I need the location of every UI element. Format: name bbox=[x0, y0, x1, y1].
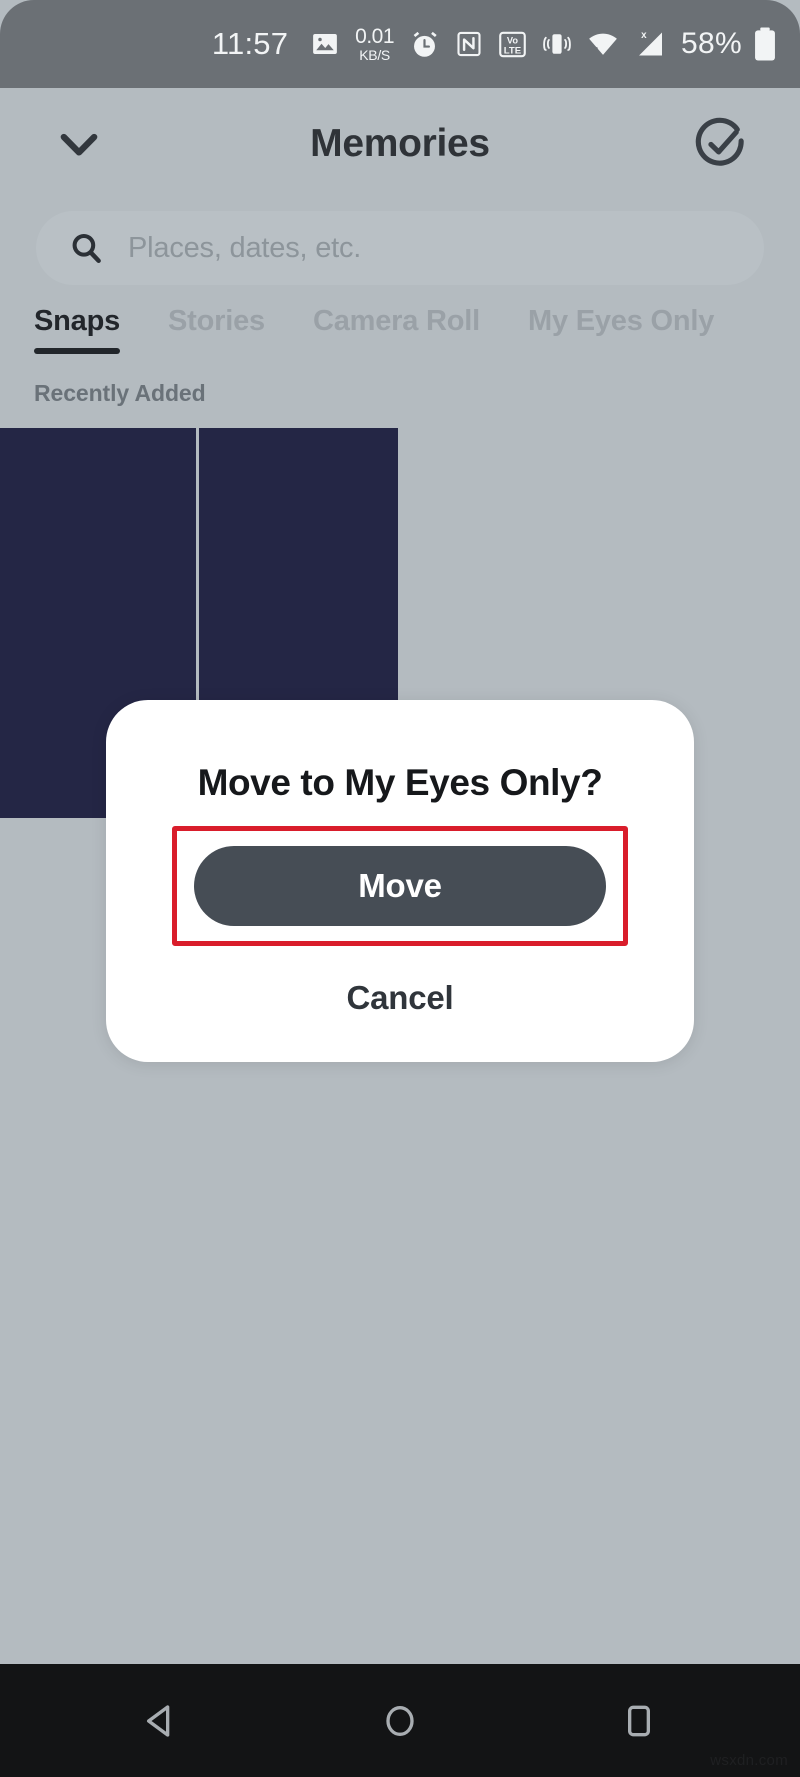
status-bar: 11:57 0.01 KB/S Vo LTE x 58% bbox=[0, 0, 800, 88]
dialog-title: Move to My Eyes Only? bbox=[197, 762, 603, 803]
svg-text:LTE: LTE bbox=[504, 45, 522, 56]
battery-percent-label: 58% bbox=[681, 27, 742, 60]
watermark: wsxdn.com bbox=[710, 1752, 788, 1769]
recents-square-icon[interactable] bbox=[582, 1664, 697, 1777]
phone-screen: 11:57 0.01 KB/S Vo LTE x 58% Memories Pl… bbox=[0, 0, 800, 1777]
search-input[interactable]: Places, dates, etc. bbox=[36, 211, 764, 285]
tab-snaps[interactable]: Snaps bbox=[34, 305, 120, 354]
battery-icon bbox=[752, 27, 778, 61]
nfc-icon bbox=[455, 30, 483, 58]
svg-text:Vo: Vo bbox=[507, 35, 518, 45]
search-placeholder: Places, dates, etc. bbox=[128, 231, 362, 264]
cancel-button-label: Cancel bbox=[346, 979, 454, 1016]
cancel-button[interactable]: Cancel bbox=[106, 966, 694, 1030]
network-speed-unit: KB/S bbox=[359, 47, 390, 63]
section-header-recently-added: Recently Added bbox=[34, 380, 206, 406]
memories-tab-bar: Snaps Stories Camera Roll My Eyes Only bbox=[0, 305, 800, 377]
app-header: Memories bbox=[0, 88, 800, 200]
tab-camera-roll[interactable]: Camera Roll bbox=[313, 305, 480, 338]
network-speed-icon: 0.01 KB/S bbox=[355, 26, 394, 62]
image-icon bbox=[310, 29, 340, 59]
vibrate-icon bbox=[542, 29, 572, 59]
chevron-down-icon[interactable] bbox=[46, 111, 112, 177]
page-title: Memories bbox=[310, 122, 490, 165]
status-bar-clock: 11:57 bbox=[211, 26, 289, 61]
move-button[interactable]: Move bbox=[194, 846, 606, 926]
cellular-signal-no-sim-icon: x bbox=[634, 28, 666, 60]
android-navigation-bar: wsxdn.com bbox=[0, 1664, 800, 1777]
back-triangle-icon[interactable] bbox=[103, 1664, 218, 1777]
volte-icon: Vo LTE bbox=[498, 30, 527, 59]
wifi-icon bbox=[587, 28, 619, 60]
alarm-clock-icon bbox=[409, 29, 440, 60]
check-circle-icon[interactable] bbox=[688, 111, 754, 177]
home-circle-icon[interactable] bbox=[342, 1664, 457, 1777]
move-button-label: Move bbox=[358, 867, 442, 904]
search-icon bbox=[68, 230, 104, 266]
tab-stories[interactable]: Stories bbox=[168, 305, 265, 338]
tab-my-eyes-only[interactable]: My Eyes Only bbox=[528, 305, 714, 338]
network-speed-value: 0.01 bbox=[355, 25, 395, 48]
svg-text:x: x bbox=[641, 30, 647, 41]
